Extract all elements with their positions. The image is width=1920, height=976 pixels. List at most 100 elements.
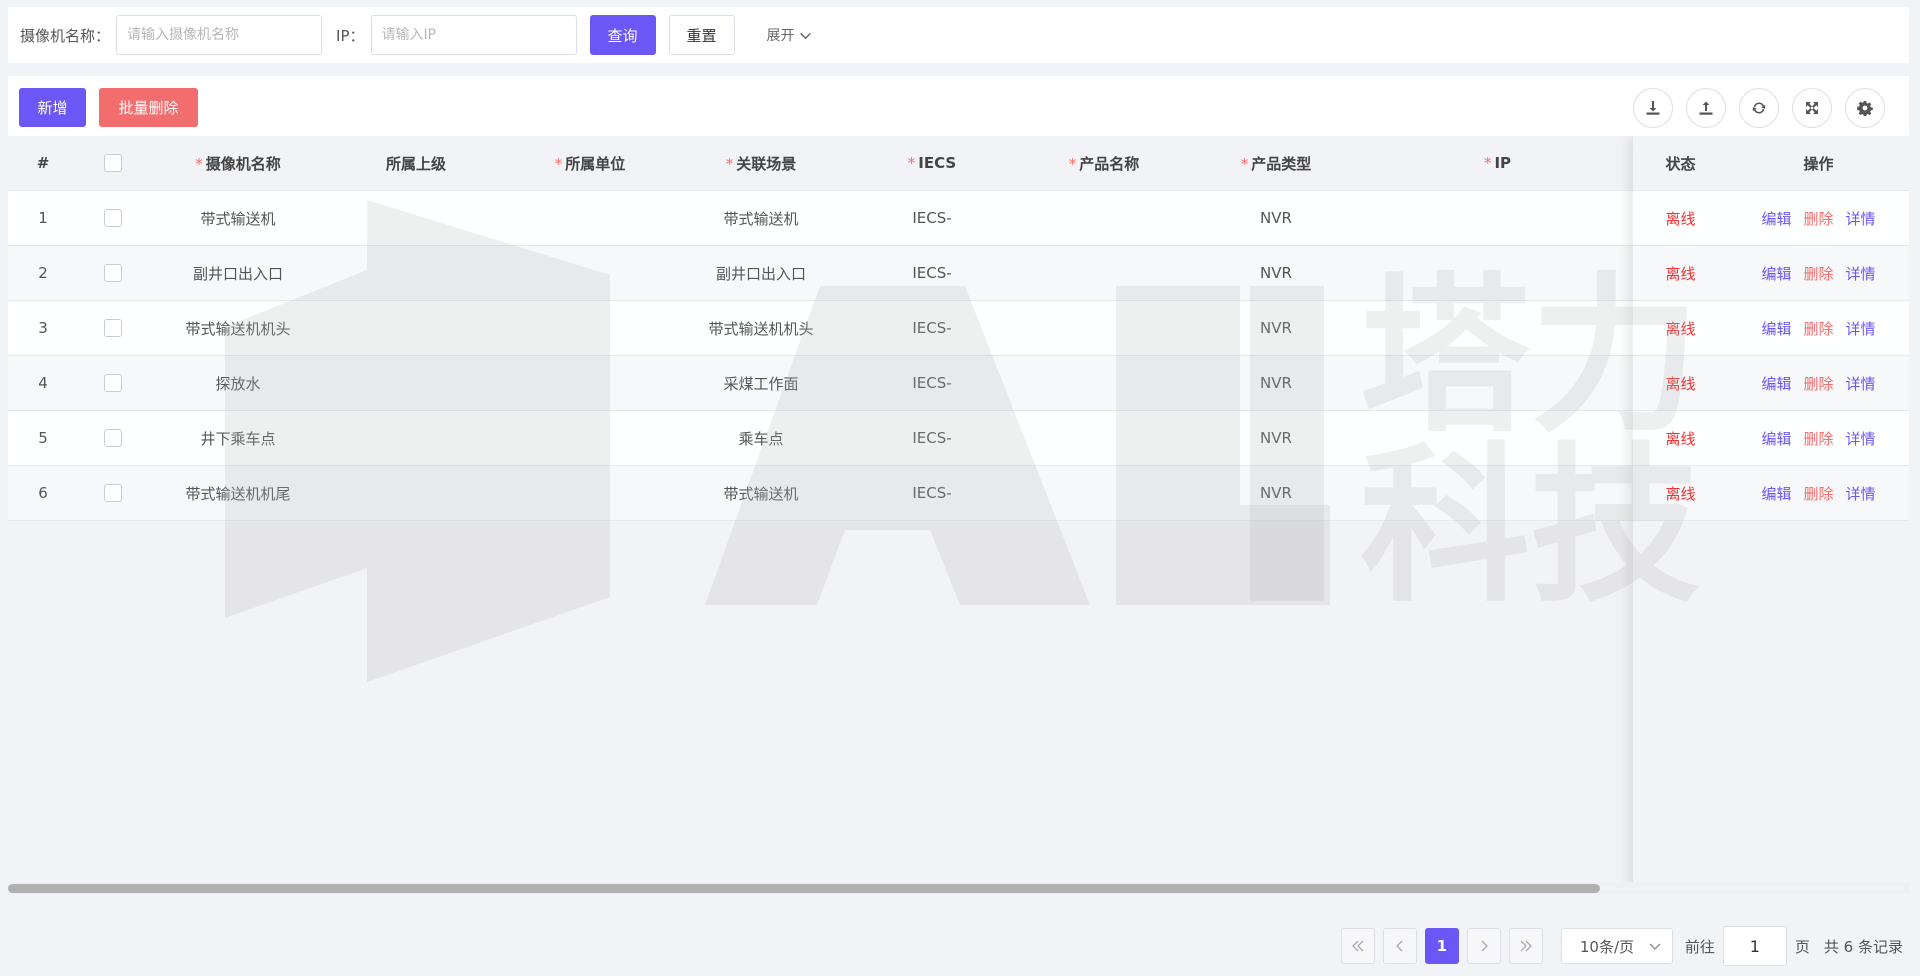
cell-iecs: IECS-	[912, 209, 952, 227]
row-checkbox[interactable]	[104, 319, 122, 338]
cell-select[interactable]	[78, 374, 148, 393]
edit-link[interactable]: 编辑	[1761, 375, 1791, 393]
detail-link[interactable]: 详情	[1846, 320, 1876, 338]
header-camera-name-label: 摄像机名称	[205, 154, 281, 173]
cell-iecs: IECS-	[912, 429, 952, 447]
detail-link[interactable]: 详情	[1846, 430, 1876, 448]
required-mark: *	[907, 154, 916, 172]
cell-camera-name: 带式输送机机头	[185, 319, 291, 338]
cell-status: 离线	[1665, 374, 1696, 393]
ip-input[interactable]	[370, 15, 577, 55]
cell-iecs: IECS-	[912, 319, 952, 337]
page-size-select[interactable]: 10条/页	[1560, 928, 1673, 964]
detail-link[interactable]: 详情	[1846, 210, 1876, 228]
edit-link[interactable]: 编辑	[1761, 210, 1791, 228]
edit-link[interactable]: 编辑	[1761, 430, 1791, 448]
settings-icon[interactable]	[1845, 88, 1885, 128]
header-actions: 操作	[1803, 154, 1834, 173]
row-checkbox[interactable]	[104, 209, 122, 228]
cell-scene: 带式输送机机头	[708, 319, 814, 338]
prev-page-button[interactable]	[1382, 928, 1417, 964]
table-row[interactable]: 5 井下乘车点 乘车点 IECS- NVR 离线 编辑 删除 详情	[8, 411, 1909, 466]
upload-icon[interactable]	[1686, 88, 1726, 128]
horizontal-scrollbar[interactable]	[8, 882, 1909, 894]
cell-actions: 编辑 删除 详情	[1728, 428, 1909, 449]
cell-iecs: IECS-	[912, 264, 952, 282]
cell-index: 3	[38, 319, 48, 337]
header-select-all[interactable]	[78, 154, 148, 173]
edit-link[interactable]: 编辑	[1761, 320, 1791, 338]
header-status: 状态	[1665, 154, 1696, 173]
edit-link[interactable]: 编辑	[1761, 485, 1791, 503]
page-size-value: 10条/页	[1579, 937, 1635, 956]
cell-index: 5	[38, 429, 48, 447]
header-product-name: * 产品名称	[1018, 153, 1190, 174]
cell-select[interactable]	[78, 484, 148, 503]
cell-camera-name: 探放水	[215, 374, 261, 393]
header-product-type-label: 产品类型	[1251, 154, 1312, 173]
table-row[interactable]: 4 探放水 采煤工作面 IECS- NVR 离线 编辑 删除 详情	[8, 356, 1909, 411]
detail-link[interactable]: 详情	[1846, 485, 1876, 503]
table-row[interactable]: 6 带式输送机机尾 带式输送机 IECS- NVR 离线 编辑 删除 详情	[8, 466, 1909, 521]
cell-iecs: IECS-	[912, 484, 952, 502]
cell-product-type: NVR	[1260, 374, 1292, 392]
refresh-icon[interactable]	[1739, 88, 1779, 128]
last-page-button[interactable]	[1508, 928, 1543, 964]
reset-button[interactable]: 重置	[668, 15, 735, 55]
table-row[interactable]: 1 带式输送机 带式输送机 IECS- NVR 离线 编辑 删除 详情	[8, 191, 1909, 246]
scrollbar-thumb[interactable]	[8, 884, 1600, 893]
cell-index: 2	[38, 264, 48, 282]
cell-status: 离线	[1665, 484, 1696, 503]
delete-link[interactable]: 删除	[1803, 210, 1833, 228]
cell-camera-name: 带式输送机机尾	[185, 484, 291, 503]
fullscreen-icon[interactable]	[1792, 88, 1832, 128]
header-iecs: * IECS	[846, 154, 1018, 172]
required-mark: *	[195, 154, 203, 173]
goto-page-input[interactable]	[1722, 926, 1787, 966]
cell-actions: 编辑 删除 详情	[1728, 263, 1909, 284]
cell-product-type: NVR	[1260, 429, 1292, 447]
required-mark: *	[1240, 154, 1249, 173]
main-panel: 新增 批量删除 # * 摄像机名称 所属上级 * 所属单位 * 关联场景 * I…	[8, 76, 1909, 922]
chevron-down-icon	[799, 32, 811, 39]
detail-link[interactable]: 详情	[1846, 265, 1876, 283]
download-icon[interactable]	[1633, 88, 1673, 128]
expand-toggle[interactable]: 展开	[767, 25, 812, 45]
cell-select[interactable]	[78, 209, 148, 228]
chevron-left-icon	[1395, 940, 1403, 952]
cell-select[interactable]	[78, 264, 148, 283]
first-page-button[interactable]	[1340, 928, 1375, 964]
required-mark: *	[1483, 154, 1492, 172]
batch-delete-button[interactable]: 批量删除	[99, 88, 198, 127]
header-ip: * IP	[1362, 154, 1633, 172]
select-all-checkbox[interactable]	[104, 154, 122, 173]
row-checkbox[interactable]	[104, 374, 122, 393]
table-row[interactable]: 3 带式输送机机头 带式输送机机头 IECS- NVR 离线 编辑 删除 详情	[8, 301, 1909, 356]
delete-link[interactable]: 删除	[1803, 430, 1833, 448]
cell-index: 6	[38, 484, 48, 502]
next-page-button[interactable]	[1466, 928, 1501, 964]
add-button[interactable]: 新增	[19, 88, 86, 127]
camera-name-input[interactable]	[116, 15, 323, 55]
delete-link[interactable]: 删除	[1803, 375, 1833, 393]
cell-product-type: NVR	[1260, 209, 1292, 227]
row-checkbox[interactable]	[104, 429, 122, 448]
query-button[interactable]: 查询	[589, 15, 656, 55]
cell-select[interactable]	[78, 319, 148, 338]
page-number-button[interactable]: 1	[1424, 928, 1459, 964]
header-product-type: * 产品类型	[1190, 153, 1362, 174]
delete-link[interactable]: 删除	[1803, 265, 1833, 283]
delete-link[interactable]: 删除	[1803, 485, 1833, 503]
edit-link[interactable]: 编辑	[1761, 265, 1791, 283]
camera-name-label: 摄像机名称：	[20, 26, 111, 45]
toolbar: 新增 批量删除	[8, 76, 1909, 136]
table-row[interactable]: 2 副井口出入口 副井口出入口 IECS- NVR 离线 编辑 删除 详情	[8, 246, 1909, 301]
cell-scene: 带式输送机	[723, 209, 799, 228]
header-iecs-label: IECS	[918, 154, 957, 172]
delete-link[interactable]: 删除	[1803, 320, 1833, 338]
cell-scene: 采煤工作面	[723, 374, 799, 393]
row-checkbox[interactable]	[104, 484, 122, 503]
row-checkbox[interactable]	[104, 264, 122, 283]
cell-select[interactable]	[78, 429, 148, 448]
detail-link[interactable]: 详情	[1846, 375, 1876, 393]
